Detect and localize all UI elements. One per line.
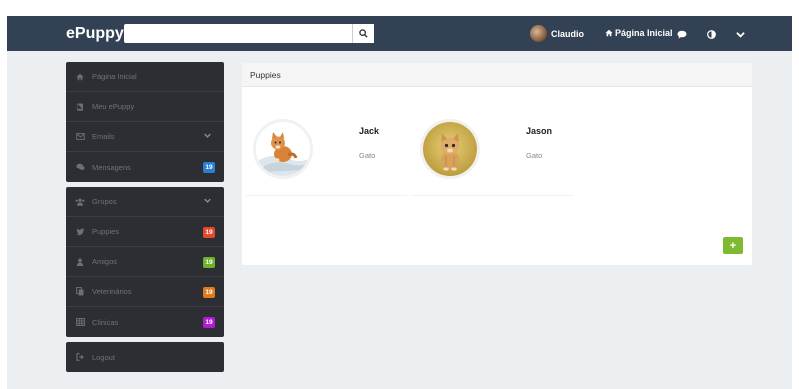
sidebar-item-label: Veterinários	[92, 287, 132, 296]
sidebar-item-label: Puppies	[92, 227, 120, 236]
contrast-icon	[706, 29, 716, 39]
sidebar-item-label: Logout	[92, 352, 115, 362]
sidebar-item-clinics[interactable]: Clinicas 19	[66, 307, 224, 337]
pet-card[interactable]: Jack Gato	[245, 93, 407, 196]
pet-name[interactable]: Jason	[526, 126, 552, 136]
sidebar-item-label: Emails	[92, 132, 115, 141]
friends-badge: 19	[203, 257, 215, 268]
user-name: Claudio	[551, 28, 584, 39]
messages-badge: 19	[203, 162, 215, 173]
search-button[interactable]	[352, 24, 374, 43]
veterinarians-badge: 19	[203, 287, 215, 298]
sidebar-item-label: Grupos	[92, 197, 117, 206]
search-icon	[359, 29, 368, 38]
bird-icon	[75, 227, 85, 237]
user-menu[interactable]: Claudio	[530, 25, 584, 42]
sidebar-item-friends[interactable]: Amigos 19	[66, 247, 224, 277]
book-icon	[75, 102, 85, 112]
home-icon	[605, 29, 613, 37]
clinics-badge: 19	[203, 317, 215, 328]
sidebar-item-label: Clinicas	[92, 317, 119, 327]
home-link-label: Página Inicial	[615, 28, 673, 38]
pet-species: Gato	[359, 151, 376, 160]
pet-species: Gato	[526, 151, 543, 160]
search-box	[124, 24, 374, 43]
user-icon	[75, 257, 85, 267]
dropdown-toggle-button[interactable]	[733, 27, 747, 41]
table-icon	[75, 317, 85, 327]
chevron-down-icon	[204, 133, 211, 138]
home-icon	[75, 72, 85, 82]
group-icon	[75, 197, 85, 207]
pet-photo-jason	[420, 119, 480, 179]
sidebar-item-label: Mensagens	[92, 162, 131, 172]
sidebar-item-logout[interactable]: Logout	[66, 342, 224, 372]
chevron-down-icon	[204, 198, 211, 203]
chevron-down-icon	[735, 31, 745, 38]
top-navbar: ePuppy Claudio Página Inicial	[7, 16, 792, 51]
pet-name[interactable]: Jack	[359, 126, 379, 136]
brand-logo[interactable]: ePuppy	[66, 25, 124, 43]
puppies-panel: Puppies Jack Gato Jason Gato +	[242, 63, 752, 265]
sidebar-item-label: Amigos	[92, 257, 118, 266]
sidebar-item-label: Página Inicial	[92, 72, 137, 81]
sidebar-item-veterinarians[interactable]: Veterinários 19	[66, 277, 224, 307]
pet-card[interactable]: Jason Gato	[412, 93, 574, 196]
sidebar-group-main: Página Inicial Meu ePuppy Emails Mensage…	[66, 62, 224, 182]
copy-icon	[75, 287, 85, 297]
envelope-icon	[75, 132, 85, 142]
avatar	[530, 25, 547, 42]
sidebar-group-logout: Logout	[66, 342, 224, 372]
pet-photo-jack	[253, 119, 313, 179]
sidebar-item-puppies[interactable]: Puppies 19	[66, 217, 224, 247]
sidebar-item-messages[interactable]: Mensagens 19	[66, 152, 224, 182]
puppies-badge: 19	[203, 227, 215, 238]
panel-title: Puppies	[242, 63, 752, 87]
search-input[interactable]	[124, 24, 352, 43]
sidebar-item-emails[interactable]: Emails	[66, 122, 224, 152]
add-pet-button[interactable]: +	[723, 237, 743, 254]
sidebar-item-groups[interactable]: Grupos	[66, 187, 224, 217]
home-link[interactable]: Página Inicial	[605, 28, 673, 38]
sidebar-item-my-epuppy[interactable]: Meu ePuppy	[66, 92, 224, 122]
chat-icon	[677, 30, 687, 38]
messages-nav-button[interactable]	[675, 27, 689, 41]
sidebar-item-label: Meu ePuppy	[92, 102, 135, 111]
theme-toggle-button[interactable]	[704, 27, 718, 41]
chat-icon	[75, 162, 85, 172]
sidebar-item-home[interactable]: Página Inicial	[66, 62, 224, 92]
sidebar-group-social: Grupos Puppies 19 Amigos 19 Veterinários…	[66, 187, 224, 337]
logout-icon	[75, 352, 85, 362]
